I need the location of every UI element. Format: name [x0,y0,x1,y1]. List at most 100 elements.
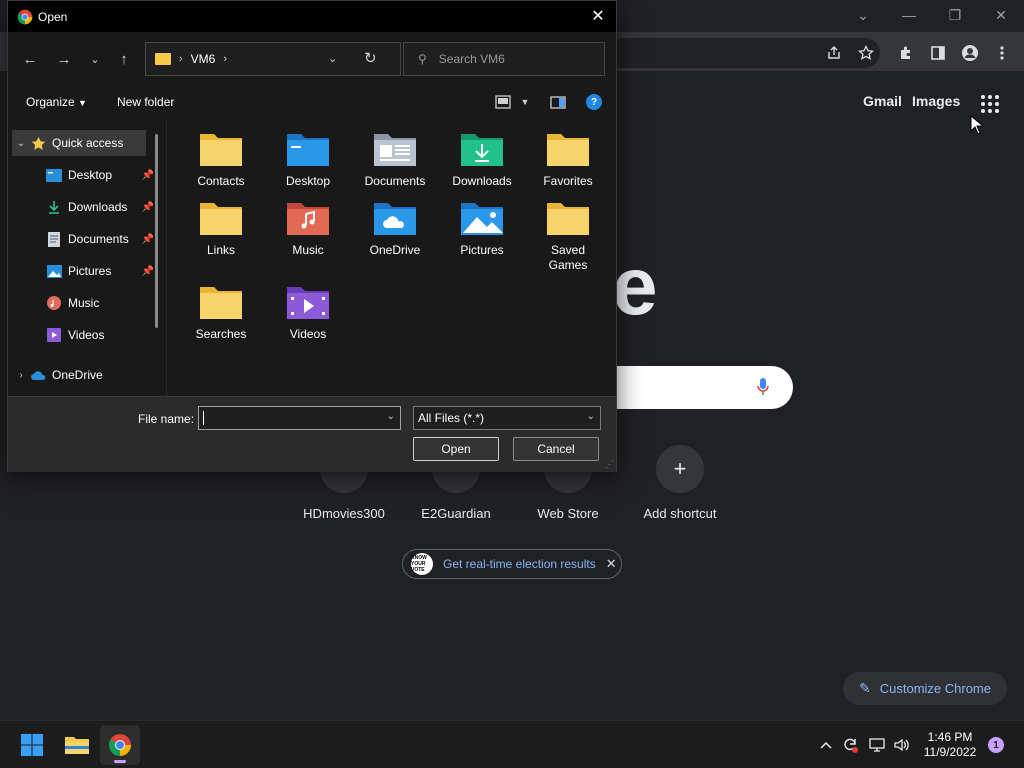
shortcut-label: Web Store [537,506,599,521]
nav-item-onedrive[interactable]: › OneDrive [12,362,148,388]
know-your-vote-badge: KNOW YOUR VOTE [411,553,433,575]
refresh-icon[interactable]: ↻ [364,49,377,67]
network-icon[interactable] [868,735,888,755]
folder-tile-searches[interactable]: Searches [178,283,264,342]
volume-icon[interactable] [892,735,912,755]
minimize-button[interactable]: — [886,4,932,26]
folder-tile-documents[interactable]: Documents [352,130,438,189]
show-hidden-icons-chevron-icon[interactable] [816,735,836,755]
customize-label: Customize Chrome [879,681,991,696]
windows-logo-icon [21,734,43,756]
breadcrumb-separator-icon[interactable]: › [179,53,183,65]
onedrive-folder-icon [374,203,416,235]
up-arrow-icon[interactable]: ↑ [113,49,135,69]
view-options-chevron-icon[interactable]: ▼ [515,93,535,111]
cancel-button[interactable]: Cancel [513,437,599,461]
shortcut-label: E2Guardian [421,506,491,521]
folder-tile-videos[interactable]: Videos [265,283,351,342]
address-bar[interactable]: › VM6 › ⌄ ↻ [145,42,401,76]
nav-item-label: Documents [68,232,129,246]
extensions-icon[interactable] [894,41,918,65]
chrome-menu-icon[interactable] [990,41,1014,65]
help-icon[interactable]: ? [586,94,602,110]
folder-label: Favorites [543,174,593,188]
folder-icon [200,203,242,235]
search-box[interactable]: ⚲ Search VM6 [403,42,605,76]
customize-chrome-button[interactable]: ✎ Customize Chrome [843,672,1007,705]
folder-label: Links [206,243,235,257]
folder-tile-music[interactable]: Music [265,199,351,258]
add-shortcut-tile[interactable]: + Add shortcut [624,445,736,521]
nav-item-music[interactable]: Music [12,290,148,316]
recent-locations-chevron-icon[interactable]: ⌄ [84,49,106,69]
forward-arrow-icon[interactable]: → [53,49,75,69]
sync-alert-icon[interactable] [840,735,860,755]
folder-icon [200,287,242,319]
folder-tile-downloads[interactable]: Downloads [439,130,525,189]
file-explorer-taskbar-button[interactable] [57,725,97,765]
folder-label: Pictures [460,243,504,257]
nav-item-label: Pictures [68,264,112,278]
breadcrumb-vm6[interactable]: VM6 [191,52,216,66]
election-promo-chip[interactable]: KNOW YOUR VOTE Get real-time election re… [402,549,622,579]
folder-tile-saved-games[interactable]: Saved Games [525,199,611,273]
file-type-filter-dropdown[interactable]: All Files (*.*) ⌄ [413,406,601,430]
notification-badge[interactable]: 1 [988,737,1004,753]
resize-grip-icon[interactable]: ⋰ [605,459,614,470]
file-name-label: File name: [138,412,195,426]
shortcut-label: HDmovies300 [303,506,385,521]
dialog-close-button[interactable]: ✕ [586,5,610,27]
start-button[interactable] [12,725,52,765]
address-dropdown-chevron-icon[interactable]: ⌄ [328,52,337,65]
nav-item-downloads[interactable]: Downloads 📌 [12,194,154,220]
share-icon[interactable] [822,41,846,65]
nav-item-videos[interactable]: Videos [12,322,148,348]
nav-item-pictures[interactable]: Pictures 📌 [12,258,154,284]
change-view-icon[interactable] [493,93,513,111]
google-apps-icon[interactable] [981,95,999,113]
promo-text[interactable]: Get real-time election results [443,557,596,571]
bookmark-star-icon[interactable] [854,41,878,65]
chevron-down-icon[interactable]: ⌄ [387,411,395,422]
nav-item-desktop[interactable]: Desktop 📌 [12,162,154,188]
organize-label: Organize [26,95,75,109]
chrome-icon [17,9,33,24]
back-arrow-icon[interactable]: ← [19,49,41,69]
side-panel-icon[interactable] [926,41,950,65]
folder-tile-links[interactable]: Links [178,199,264,258]
video-icon [46,328,62,342]
folder-tile-desktop[interactable]: Desktop [265,130,351,189]
images-link[interactable]: Images [912,93,960,109]
nav-item-quick-access[interactable]: ⌄ Quick access [12,130,146,156]
organize-menu-button[interactable]: Organize ▼ [26,95,87,109]
folder-icon [547,134,589,166]
tab-search-icon[interactable]: ⌄ [840,4,886,26]
file-name-combobox[interactable]: ⌄ [198,406,401,430]
close-window-button[interactable]: ✕ [978,4,1024,26]
folder-label: Contacts [197,174,245,188]
file-explorer-icon [65,737,89,754]
preview-pane-icon[interactable] [548,93,568,111]
close-icon[interactable]: ✕ [606,556,617,572]
gmail-link[interactable]: Gmail [863,93,902,109]
expanded-chevron-icon[interactable]: ⌄ [12,138,30,149]
folder-tile-pictures[interactable]: Pictures [439,199,525,258]
breadcrumb-separator-icon[interactable]: › [223,53,227,65]
nav-item-documents[interactable]: Documents 📌 [12,226,154,252]
folder-tile-contacts[interactable]: Contacts [178,130,264,189]
voice-search-icon[interactable] [757,377,769,397]
folder-tile-favorites[interactable]: Favorites [525,130,611,189]
nav-pane-scrollbar[interactable] [155,134,158,328]
new-folder-button[interactable]: New folder [117,95,174,109]
restore-button[interactable]: ❐ [932,4,978,26]
collapsed-chevron-icon[interactable]: › [12,370,30,381]
taskbar-clock[interactable]: 1:46 PM 11/9/2022 [915,730,985,760]
cloud-icon [30,368,46,382]
folder-label: OneDrive [369,243,421,257]
folder-label: Videos [289,327,327,341]
pencil-icon: ✎ [859,680,871,696]
folder-tile-onedrive[interactable]: OneDrive [352,199,438,258]
chrome-taskbar-button[interactable] [100,725,140,765]
profile-icon[interactable] [958,41,982,65]
open-button[interactable]: Open [413,437,499,461]
